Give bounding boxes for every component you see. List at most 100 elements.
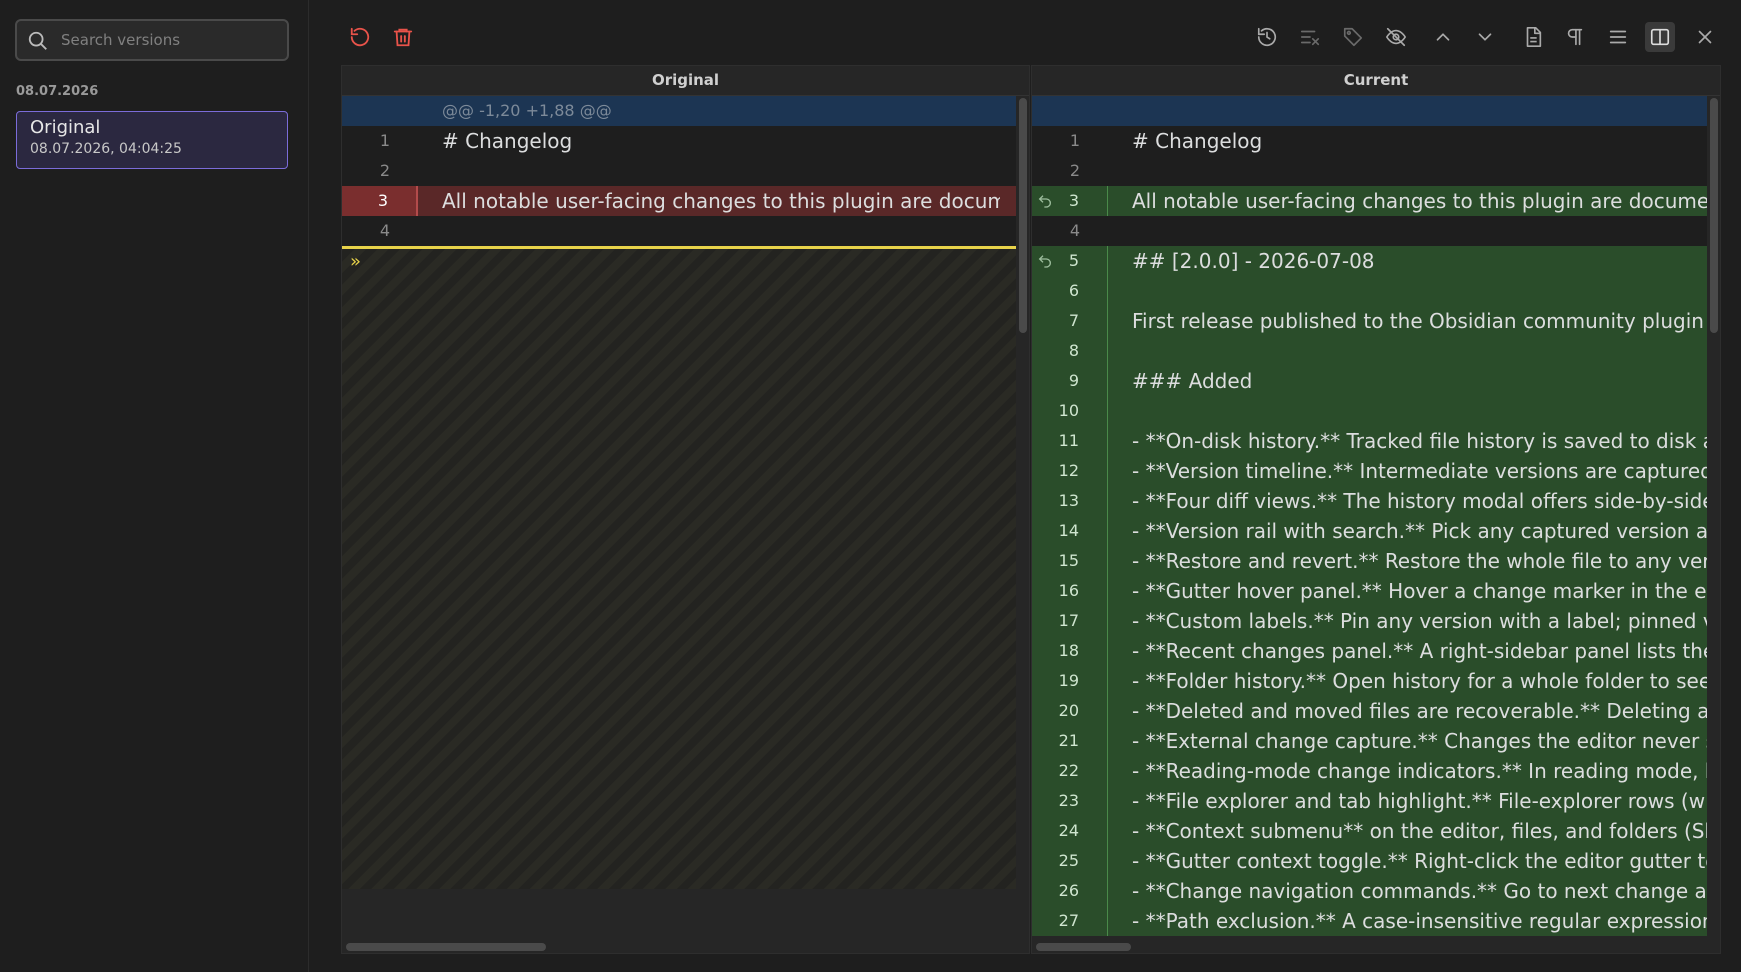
line-text <box>1132 276 1707 306</box>
clear-format-icon <box>1300 30 1320 46</box>
diff-line-added: 12 - **Version timeline.** Intermediate v… <box>1032 456 1707 486</box>
line-number: 3 <box>342 186 418 216</box>
pilcrow-icon <box>1567 28 1583 46</box>
line-number: 18 <box>1032 636 1108 666</box>
line-text: ## [2.0.0] - 2026-07-08 <box>1132 249 1375 273</box>
line-text: # Changelog <box>442 129 573 153</box>
hunk-header: @@ -1,20 +1,88 @@ <box>342 96 1016 126</box>
diff-line-added: 13 - **Four diff views.** The history mod… <box>1032 486 1707 516</box>
line-text: ### Added <box>1132 369 1253 393</box>
line-number: 12 <box>1032 456 1108 486</box>
diff-line-added: 16 - **Gutter hover panel.** Hover a chan… <box>1032 576 1707 606</box>
diff-line-added: 3 All notable user-facing changes to this… <box>1032 186 1707 216</box>
line-text <box>1132 336 1707 366</box>
diff-line-added: 23 - **File explorer and tab highlight.**… <box>1032 786 1707 816</box>
close-button[interactable] <box>1692 24 1718 50</box>
line-number: 1 <box>342 126 418 156</box>
horizontal-scrollbar[interactable] <box>346 943 546 951</box>
search-box[interactable] <box>15 19 289 61</box>
diff-line-added: 10 <box>1032 396 1707 426</box>
line-text: - **Gutter hover panel.** Hover a change… <box>1132 579 1707 603</box>
line-number: 17 <box>1032 606 1108 636</box>
file-icon <box>1526 27 1542 47</box>
next-change-button[interactable] <box>1472 24 1498 50</box>
tag-icon <box>1343 27 1363 47</box>
line-text: - **Path exclusion.** A case-insensitive… <box>1132 909 1707 933</box>
line-number: 25 <box>1032 846 1108 876</box>
hunk-text: @@ -1,20 +1,88 @@ <box>442 101 612 120</box>
line-number: 26 <box>1032 876 1108 906</box>
line-number: 19 <box>1032 666 1108 696</box>
file-view-button[interactable] <box>1520 24 1546 50</box>
line-number: 9 <box>1032 366 1108 396</box>
diff-line: 1 # Changelog <box>342 126 1016 156</box>
line-number: 22 <box>1032 756 1108 786</box>
whitespace-button[interactable] <box>1562 24 1588 50</box>
line-text <box>1132 156 1707 186</box>
version-sidebar: 08.07.2026 Original 08.07.2026, 04:04:25 <box>0 0 309 972</box>
line-number: 4 <box>342 216 418 246</box>
horizontal-scrollbar[interactable] <box>1036 943 1131 951</box>
tag-button[interactable] <box>1340 24 1366 50</box>
clear-format-button[interactable] <box>1297 24 1323 50</box>
diff-line-added: 17 - **Custom labels.** Pin any version w… <box>1032 606 1707 636</box>
line-text: - **Restore and revert.** Restore the wh… <box>1132 549 1707 573</box>
line-text: - **Version timeline.** Intermediate ver… <box>1132 459 1707 483</box>
diff-line-added: 15 - **Restore and revert.** Restore the … <box>1032 546 1707 576</box>
version-item-original[interactable]: Original 08.07.2026, 04:04:25 <box>16 111 288 169</box>
diff-line: 2 <box>1032 156 1707 186</box>
revert-icon <box>350 27 370 47</box>
history-button[interactable] <box>1254 24 1280 50</box>
line-number: 20 <box>1032 696 1108 726</box>
search-icon <box>28 31 47 50</box>
line-text <box>442 156 1000 186</box>
version-timestamp: 08.07.2026, 04:04:25 <box>30 141 182 157</box>
line-number: 27 <box>1032 906 1108 936</box>
line-number: 13 <box>1032 486 1108 516</box>
line-text: - **On-disk history.** Tracked file hist… <box>1132 429 1707 453</box>
line-number: 1 <box>1032 126 1108 156</box>
diff-line: 4 <box>342 216 1016 246</box>
line-number: 23 <box>1032 786 1108 816</box>
line-number: 10 <box>1032 396 1108 426</box>
diff-line-added: 9 ### Added <box>1032 366 1707 396</box>
diff-line-added: 27 - **Path exclusion.** A case-insensiti… <box>1032 906 1707 936</box>
diff-line-added: 21 - **External change capture.** Changes… <box>1032 726 1707 756</box>
line-text: All notable user-facing changes to this … <box>1132 189 1707 213</box>
collapse-marker[interactable]: » <box>350 251 361 272</box>
diff-line-added: 6 <box>1032 276 1707 306</box>
revert-hunk-icon[interactable] <box>1037 193 1053 209</box>
line-number: 14 <box>1032 516 1108 546</box>
line-text: - **External change capture.** Changes t… <box>1132 729 1707 753</box>
line-text <box>442 216 1000 246</box>
vertical-scrollbar[interactable] <box>1710 98 1718 333</box>
diff-line-added: 22 - **Reading-mode change indicators.** … <box>1032 756 1707 786</box>
line-number: 15 <box>1032 546 1108 576</box>
unified-view-button[interactable] <box>1605 24 1631 50</box>
diff-line: 2 <box>342 156 1016 186</box>
line-text: All notable user-facing changes to this … <box>442 189 1000 213</box>
line-number: 11 <box>1032 426 1108 456</box>
previous-change-button[interactable] <box>1430 24 1456 50</box>
delete-button[interactable] <box>390 24 416 50</box>
close-icon <box>1698 30 1712 44</box>
diff-line: 1 # Changelog <box>1032 126 1707 156</box>
split-view-button[interactable] <box>1645 22 1675 52</box>
revert-hunk-icon[interactable] <box>1037 253 1053 269</box>
diff-line-added: 5 ## [2.0.0] - 2026-07-08 <box>1032 246 1707 276</box>
line-text <box>1132 216 1707 246</box>
line-number: 24 <box>1032 816 1108 846</box>
diff-line-added: 25 - **Gutter context toggle.** Right-cli… <box>1032 846 1707 876</box>
pane-header-current: Current <box>1032 66 1720 96</box>
line-number: 4 <box>1032 216 1108 246</box>
vertical-scrollbar[interactable] <box>1019 98 1027 333</box>
line-text: - **Deleted and moved files are recovera… <box>1132 699 1707 723</box>
pane-header-original: Original <box>342 66 1029 96</box>
current-pane: Current 1 # Changelog 2 3 All notable user-f… <box>1031 65 1721 954</box>
diff-line-added: 14 - **Version rail with search.** Pick a… <box>1032 516 1707 546</box>
hide-unchanged-button[interactable] <box>1383 24 1409 50</box>
revert-button[interactable] <box>347 24 373 50</box>
line-text: - **Context submenu** on the editor, fil… <box>1132 819 1707 843</box>
search-input[interactable] <box>61 27 281 53</box>
line-number: 16 <box>1032 576 1108 606</box>
